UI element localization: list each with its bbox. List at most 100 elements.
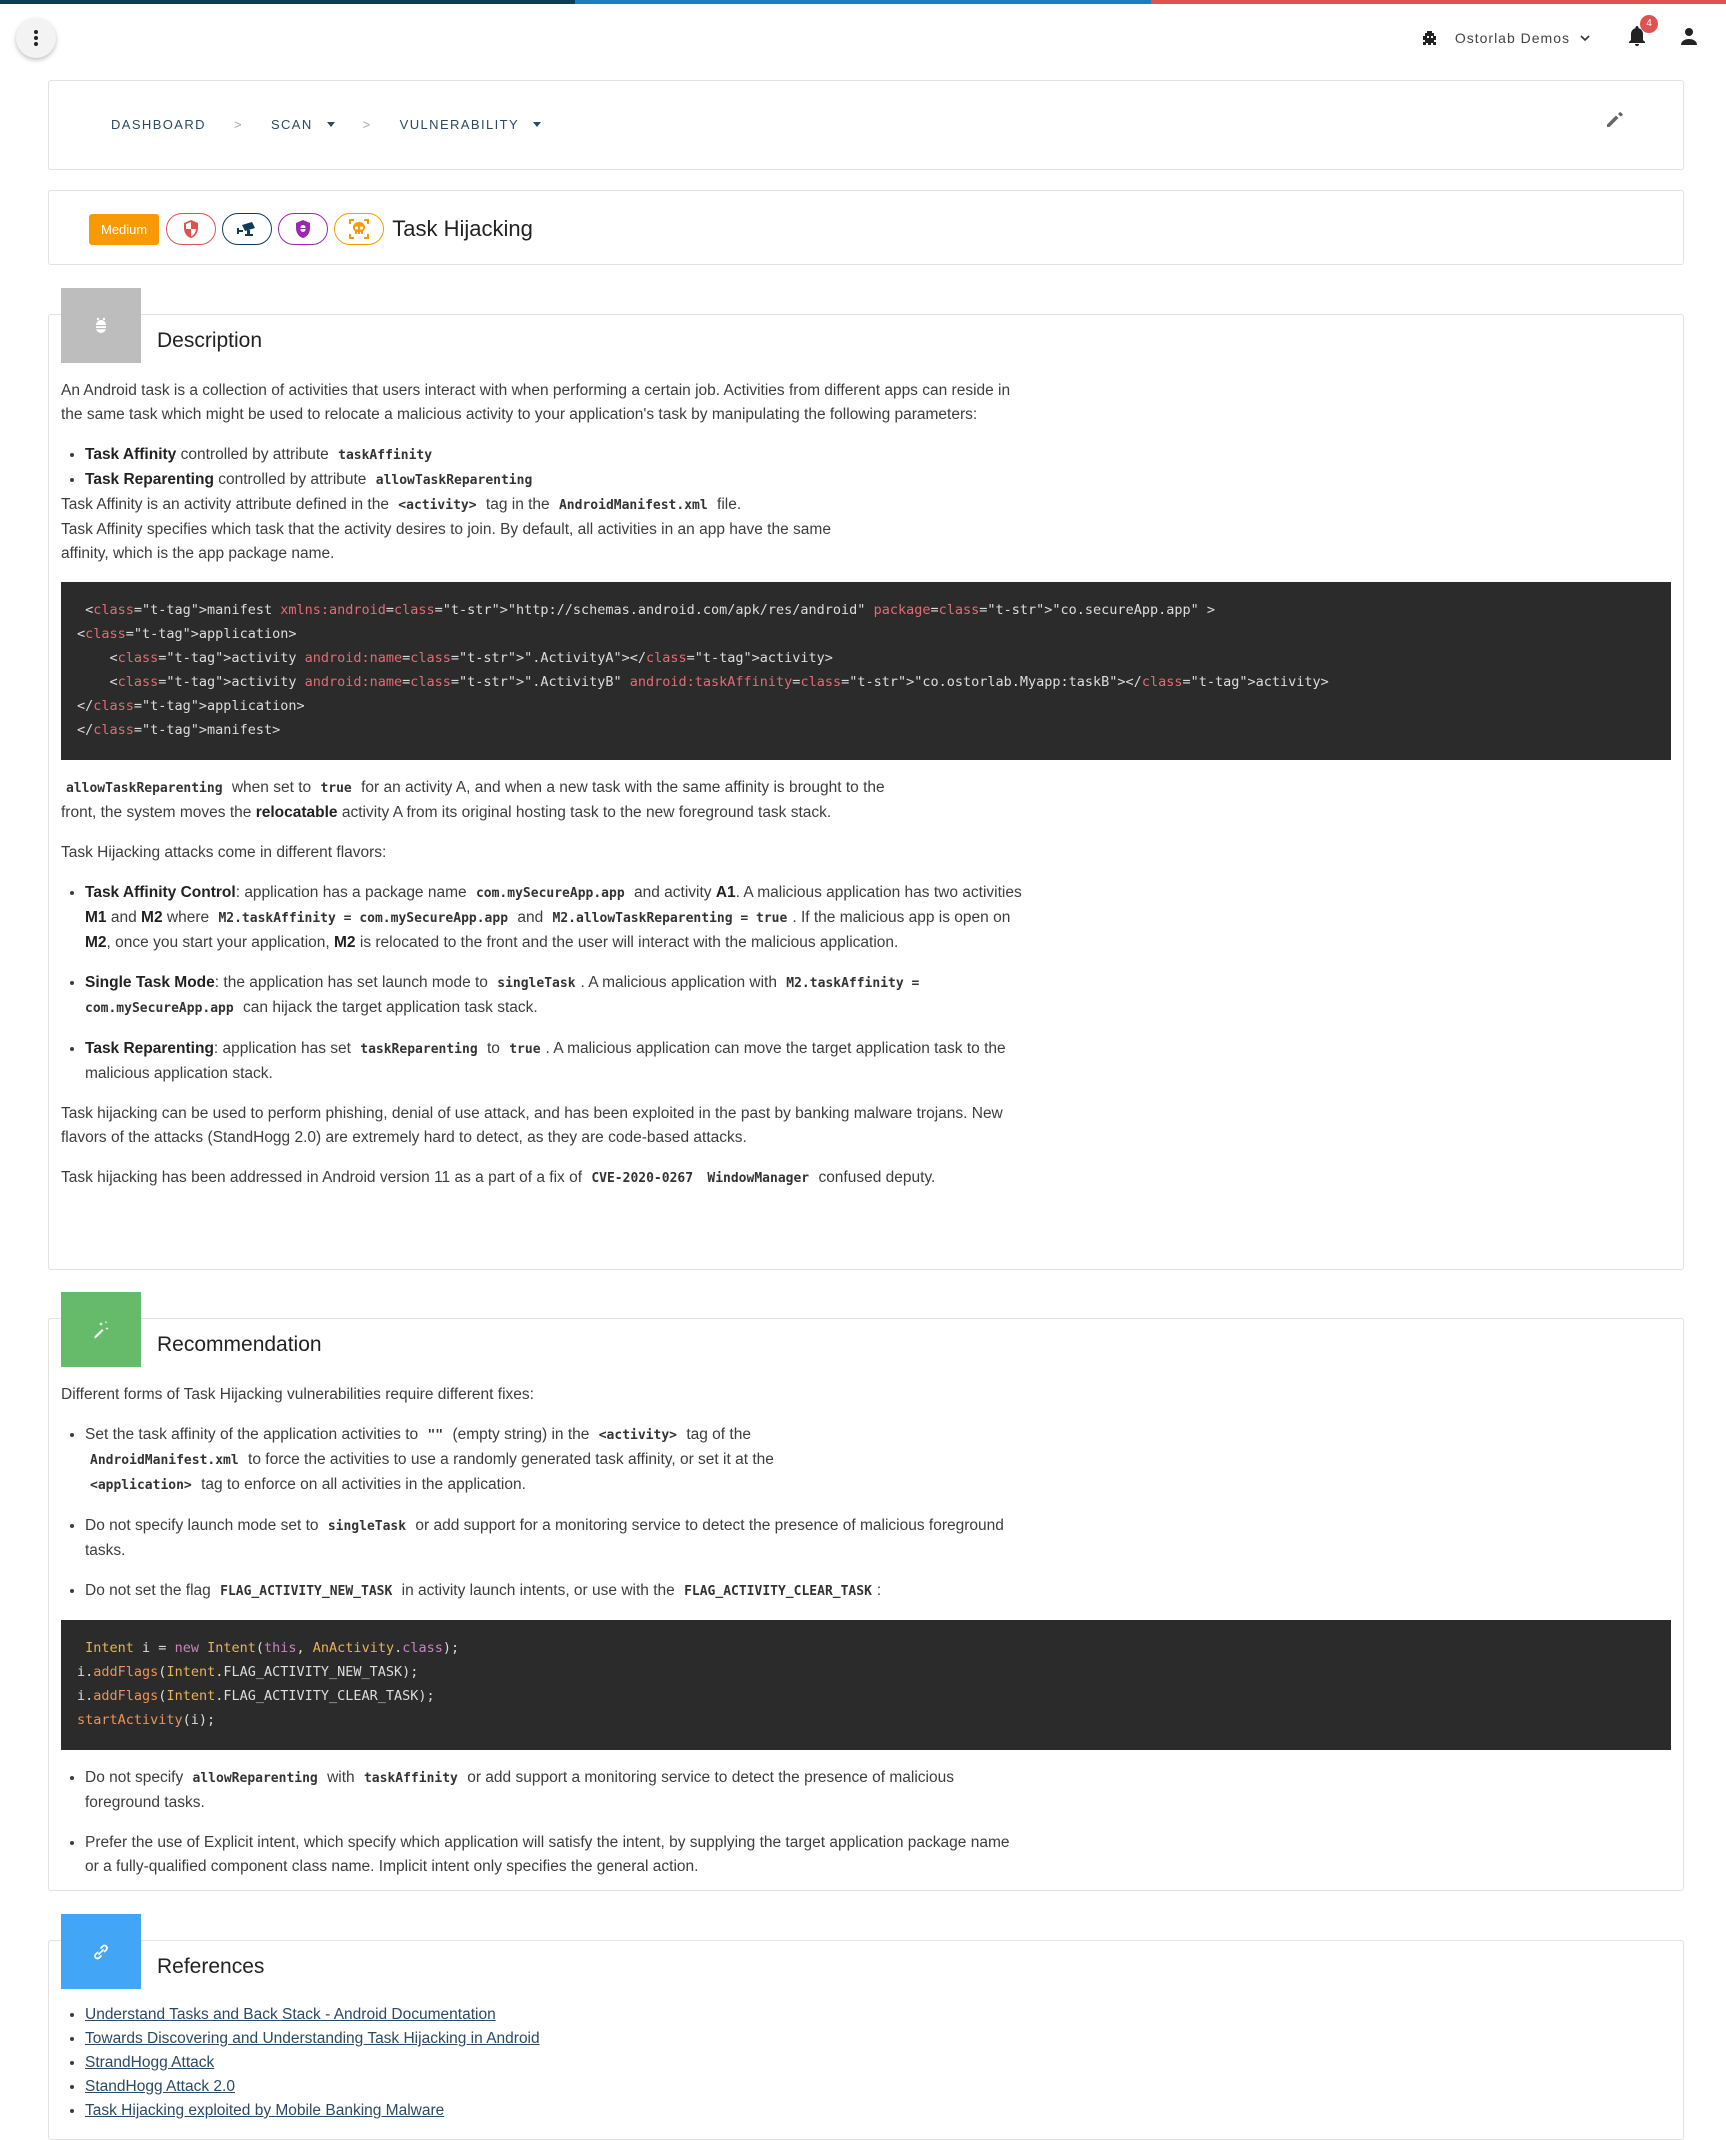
- notifications-button[interactable]: 4: [1628, 14, 1658, 52]
- breadcrumb-card: DASHBOARD > SCAN > VULNERABILITY: [48, 80, 1684, 170]
- inline-code: allowTaskReparenting: [66, 781, 223, 796]
- description-icon-box: [61, 288, 141, 363]
- breadcrumb-label: SCAN: [270, 117, 313, 132]
- chevron-down-icon: [1580, 34, 1590, 41]
- usage-paragraph: Task hijacking can be used to perform ph…: [61, 1105, 1003, 1146]
- code-line: <class="t-tag">activity android:name=cla…: [77, 674, 1329, 690]
- text: and: [517, 909, 544, 926]
- param-text: controlled by attribute: [180, 446, 329, 463]
- recommendation-body: Different forms of Task Hijacking vulner…: [49, 1319, 1683, 1905]
- text: . A malicious application with: [580, 974, 777, 991]
- breadcrumb-dashboard[interactable]: DASHBOARD: [111, 117, 206, 132]
- bug-shield-icon: [296, 220, 311, 238]
- text: . If the malicious app is open on: [792, 909, 1011, 926]
- shield-icon: [184, 220, 199, 238]
- bold-text: M1: [85, 909, 107, 926]
- section-title: Description: [157, 329, 263, 352]
- text: and activity: [633, 884, 712, 901]
- param-code: allowTaskReparenting: [375, 473, 533, 488]
- reference-link[interactable]: StrandHogg Attack: [85, 2054, 214, 2071]
- inline-code: M2.allowTaskReparenting = true: [552, 911, 788, 926]
- breadcrumb-vulnerability[interactable]: VULNERABILITY: [399, 117, 542, 132]
- edit-button[interactable]: [1605, 109, 1625, 134]
- list-item: Do not specify launch mode set to single…: [85, 1514, 1041, 1563]
- param-text: controlled by attribute: [218, 471, 367, 488]
- recommendation-intro: Different forms of Task Hijacking vulner…: [61, 1386, 534, 1403]
- organization-name: Ostorlab Demos: [1454, 30, 1570, 46]
- vulnerability-title: Task Hijacking: [392, 216, 533, 241]
- recommendation-list: Set the task affinity of the application…: [61, 1423, 1041, 1604]
- text: Task Affinity is an activity attribute d…: [61, 496, 389, 513]
- text: : application has a package name: [235, 884, 467, 901]
- references-list: Understand Tasks and Back Stack - Androi…: [61, 2003, 1671, 2123]
- param-code: taskAffinity: [338, 448, 433, 463]
- text: , once you start your application,: [106, 934, 330, 951]
- breadcrumb-separator: >: [362, 117, 372, 132]
- text: tag of the: [686, 1426, 751, 1443]
- inline-code: "": [427, 1428, 444, 1443]
- references-body: Understand Tasks and Back Stack - Androi…: [49, 1941, 1683, 2133]
- text: with: [327, 1769, 355, 1786]
- bug-icon: [96, 317, 106, 333]
- code-line: i.addFlags(Intent.FLAG_ACTIVITY_CLEAR_TA…: [77, 1688, 435, 1704]
- inline-code: true: [509, 1042, 541, 1057]
- inline-code: taskReparenting: [360, 1042, 478, 1057]
- text: :: [876, 1582, 882, 1599]
- text: . A malicious application has two activi…: [735, 884, 1022, 901]
- bold-text: M2: [141, 909, 163, 926]
- list-item: StandHogg Attack 2.0: [85, 2075, 1671, 2099]
- list-item: Task Hijacking exploited by Mobile Banki…: [85, 2099, 1671, 2123]
- reference-link[interactable]: Task Hijacking exploited by Mobile Banki…: [85, 2102, 444, 2119]
- text: in activity launch intents, or use with …: [401, 1582, 675, 1599]
- reference-link[interactable]: StandHogg Attack 2.0: [85, 2078, 235, 2095]
- text: (empty string) in the: [452, 1426, 590, 1443]
- section-title: Recommendation: [157, 1333, 322, 1356]
- list-item: Understand Tasks and Back Stack - Androi…: [85, 2003, 1671, 2027]
- text: Do not set the flag: [85, 1582, 211, 1599]
- parameters-list: Task Affinity controlled by attribute ta…: [61, 443, 1671, 493]
- caret-down-icon: [533, 122, 542, 127]
- code-line: i.addFlags(Intent.FLAG_ACTIVITY_NEW_TASK…: [77, 1664, 419, 1680]
- vulnerability-header: Medium Task Hijacking: [89, 213, 533, 245]
- skull-icon: [349, 219, 370, 239]
- vulnerability-header-card: Medium Task Hijacking: [48, 190, 1684, 265]
- reference-link[interactable]: Towards Discovering and Understanding Ta…: [85, 2030, 540, 2047]
- tag-malware[interactable]: [278, 213, 329, 245]
- sidebar-menu-button[interactable]: [16, 18, 56, 58]
- flavor-name: Task Reparenting: [85, 1040, 214, 1057]
- more-vert-icon: [34, 30, 38, 46]
- bold-text: M2: [334, 934, 356, 951]
- list-item: Set the task affinity of the application…: [85, 1423, 885, 1498]
- affinity-definition: Task Affinity is an activity attribute d…: [61, 493, 1671, 518]
- inline-code: CVE-2020-0267: [591, 1171, 694, 1186]
- inline-code: true: [320, 781, 352, 796]
- bold-text: M2: [85, 934, 107, 951]
- tag-security[interactable]: [166, 213, 217, 245]
- pencil-icon: [1607, 112, 1623, 127]
- description-section: Description An Android task is a collect…: [48, 288, 1684, 1270]
- magic-wand-icon: [94, 1320, 109, 1338]
- tag-surveillance[interactable]: [222, 213, 273, 245]
- breadcrumb-scan[interactable]: SCAN: [271, 117, 335, 132]
- inline-code: singleTask: [497, 976, 576, 991]
- affinity-default: Task Affinity specifies which task that …: [61, 521, 831, 562]
- section-title: References: [157, 1955, 265, 1978]
- organization-switcher[interactable]: Ostorlab Demos: [1420, 29, 1590, 47]
- topline-segment: [0, 0, 576, 4]
- text: Do not specify launch mode set to: [85, 1517, 319, 1534]
- list-item: Do not set the flag FLAG_ACTIVITY_NEW_TA…: [85, 1579, 1041, 1604]
- user-account-button[interactable]: [1680, 27, 1698, 50]
- inline-code: <activity>: [398, 498, 477, 513]
- notification-count-badge: 4: [1640, 14, 1658, 33]
- org-logo-icon: [1420, 29, 1439, 47]
- flavors-list: Task Affinity Control: application has a…: [61, 881, 1031, 1086]
- text: tag to enforce on all activities in the …: [201, 1476, 526, 1493]
- tag-exploit[interactable]: [334, 213, 385, 245]
- text: Prefer the use of Explicit intent, which…: [85, 1834, 1010, 1875]
- text: when set to: [231, 779, 312, 796]
- top-progress-line: [0, 0, 1726, 4]
- reference-link[interactable]: Understand Tasks and Back Stack - Androi…: [85, 2006, 496, 2023]
- breadcrumb-label: VULNERABILITY: [399, 117, 520, 132]
- code-line: <class="t-tag">application>: [77, 626, 297, 642]
- text: Set the task affinity of the application…: [85, 1426, 419, 1443]
